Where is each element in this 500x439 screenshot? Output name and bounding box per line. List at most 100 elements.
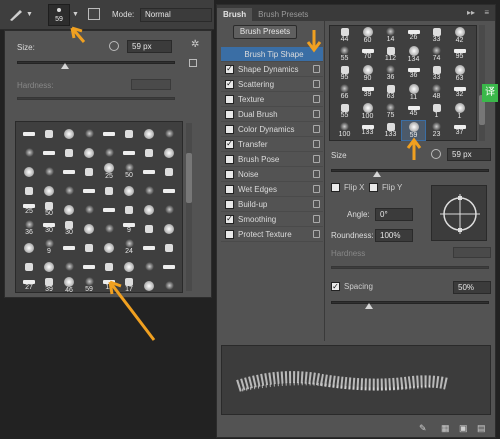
brush-tip-cell[interactable]: 33	[425, 64, 448, 83]
new-preset-icon[interactable]: ▣	[459, 423, 468, 434]
brush-preset-picker[interactable]: 59	[48, 4, 70, 26]
brush-preset-cell[interactable]	[159, 238, 179, 257]
brush-tip-cell[interactable]: 70	[356, 45, 379, 64]
brush-preset-cell[interactable]	[119, 257, 139, 276]
brush-option-9[interactable]: Wet Edges	[221, 182, 323, 197]
spacing-field[interactable]: 50%	[453, 281, 491, 294]
brush-preset-cell[interactable]	[159, 181, 179, 200]
option-checkbox[interactable]	[225, 169, 234, 179]
roundness-field[interactable]: 100%	[375, 229, 413, 242]
brush-preset-cell[interactable]	[39, 181, 59, 200]
brush-option-5[interactable]: Color Dynamics	[221, 122, 323, 137]
brush-preset-cell[interactable]	[59, 124, 79, 143]
brush-preset-cell[interactable]	[99, 143, 119, 162]
brush-preset-cell[interactable]: 24	[119, 238, 139, 257]
side-badge[interactable]: 译	[482, 84, 498, 102]
brush-preset-cell[interactable]	[59, 181, 79, 200]
brush-preset-cell[interactable]: 27	[19, 276, 39, 295]
flip-x-checkbox[interactable]: Flip X	[331, 183, 364, 192]
brush-tip-cell[interactable]: 36	[402, 64, 425, 83]
brush-preset-cell[interactable]: 39	[39, 276, 59, 295]
lock-icon[interactable]	[313, 80, 320, 88]
brush-preset-cell[interactable]	[139, 276, 159, 295]
tool-dropdown-arrow-icon[interactable]: ▼	[26, 11, 33, 18]
brush-preset-cell[interactable]	[59, 200, 79, 219]
brush-preset-cell[interactable]	[99, 124, 119, 143]
size-slider[interactable]	[17, 61, 175, 64]
brush-preset-cell[interactable]	[19, 143, 39, 162]
brush-preset-cell[interactable]	[19, 257, 39, 276]
brush-preset-cell[interactable]	[159, 143, 179, 162]
brush-tool-icon[interactable]	[8, 8, 24, 22]
brush-preset-cell[interactable]	[159, 124, 179, 143]
spacing-box[interactable]: ✓	[331, 282, 340, 291]
brush-preset-cell[interactable]	[119, 181, 139, 200]
brush-tip-cell[interactable]: 133	[379, 121, 402, 140]
brush-preset-cell[interactable]: 11	[99, 276, 119, 295]
brush-preset-cell[interactable]	[79, 219, 99, 238]
brush-option-6[interactable]: ✓ Transfer	[221, 137, 323, 152]
lock-icon[interactable]	[313, 95, 320, 103]
brush-tip-cell[interactable]: 100	[356, 102, 379, 121]
reset-size-icon[interactable]	[109, 41, 119, 51]
brush-preset-cell[interactable]	[119, 143, 139, 162]
brush-preset-cell[interactable]	[139, 238, 159, 257]
brush-preset-cell[interactable]: 46	[59, 276, 79, 295]
size-field[interactable]: 59 px	[447, 148, 491, 161]
panel-options-icon[interactable]: ≡	[484, 8, 489, 17]
brush-preset-cell[interactable]: 25	[19, 200, 39, 219]
toggle-preview-icon[interactable]: ✎	[419, 423, 427, 434]
brush-preset-cell[interactable]	[59, 257, 79, 276]
brush-tip-cell[interactable]: 14	[379, 26, 402, 45]
brush-tip-cell[interactable]: 1	[425, 102, 448, 121]
brush-tip-cell[interactable]: 95	[448, 45, 471, 64]
brush-preset-cell[interactable]	[99, 257, 119, 276]
panel-menu-icon[interactable]: ▸▸	[467, 8, 475, 17]
angle-field[interactable]: 0°	[375, 208, 413, 221]
brush-preset-cell[interactable]	[139, 143, 159, 162]
brush-preset-cell[interactable]: 9	[39, 238, 59, 257]
option-checkbox[interactable]: ✓	[225, 214, 234, 224]
brush-tip-cell[interactable]: 26	[402, 26, 425, 45]
flip-y-box[interactable]	[369, 183, 378, 192]
grid-view-icon[interactable]: ▦	[441, 423, 450, 434]
flip-y-checkbox[interactable]: Flip Y	[369, 183, 402, 192]
brush-preset-cell[interactable]: 30	[39, 219, 59, 238]
option-checkbox[interactable]	[225, 94, 234, 104]
lock-icon[interactable]	[313, 125, 320, 133]
left-grid-scrollbar[interactable]	[186, 123, 192, 291]
brush-preset-cell[interactable]	[39, 143, 59, 162]
mode-select[interactable]: Normal	[140, 8, 212, 22]
brush-tip-cell[interactable]: 11	[402, 83, 425, 102]
brush-preset-cell[interactable]	[39, 257, 59, 276]
option-checkbox[interactable]	[225, 154, 234, 164]
brush-tip-cell[interactable]: 133	[356, 121, 379, 140]
brush-preset-cell[interactable]	[159, 276, 179, 295]
brush-tip-cell[interactable]: 63	[379, 83, 402, 102]
brush-option-8[interactable]: Noise	[221, 167, 323, 182]
size-slider[interactable]	[331, 169, 489, 172]
brush-preset-cell[interactable]: 36	[19, 219, 39, 238]
brush-tip-cell[interactable]: 23	[425, 121, 448, 140]
brush-preset-cell[interactable]	[159, 162, 179, 181]
brush-tip-cell[interactable]: 48	[425, 83, 448, 102]
brush-tip-cell[interactable]: 75	[379, 102, 402, 121]
brush-option-0[interactable]: Brush Tip Shape	[221, 47, 323, 62]
brush-preset-cell[interactable]	[139, 257, 159, 276]
brush-preset-cell[interactable]	[119, 124, 139, 143]
brush-option-1[interactable]: ✓ Shape Dynamics	[221, 62, 323, 77]
lock-icon[interactable]	[313, 140, 320, 148]
brush-tip-cell[interactable]: 44	[333, 26, 356, 45]
lock-icon[interactable]	[313, 215, 320, 223]
brush-preset-cell[interactable]	[59, 238, 79, 257]
brush-preset-cell[interactable]: 50	[119, 162, 139, 181]
brush-preset-cell[interactable]	[79, 162, 99, 181]
brush-tip-cell[interactable]: 112	[379, 45, 402, 64]
brush-option-11[interactable]: ✓ Smoothing	[221, 212, 323, 227]
brush-preset-cell[interactable]: 59	[79, 276, 99, 295]
size-slider-thumb[interactable]	[373, 171, 381, 177]
lock-icon[interactable]	[313, 155, 320, 163]
brush-preset-cell[interactable]	[79, 181, 99, 200]
brush-tip-cell[interactable]: 90	[356, 64, 379, 83]
brush-tip-cell[interactable]: 55	[333, 45, 356, 64]
